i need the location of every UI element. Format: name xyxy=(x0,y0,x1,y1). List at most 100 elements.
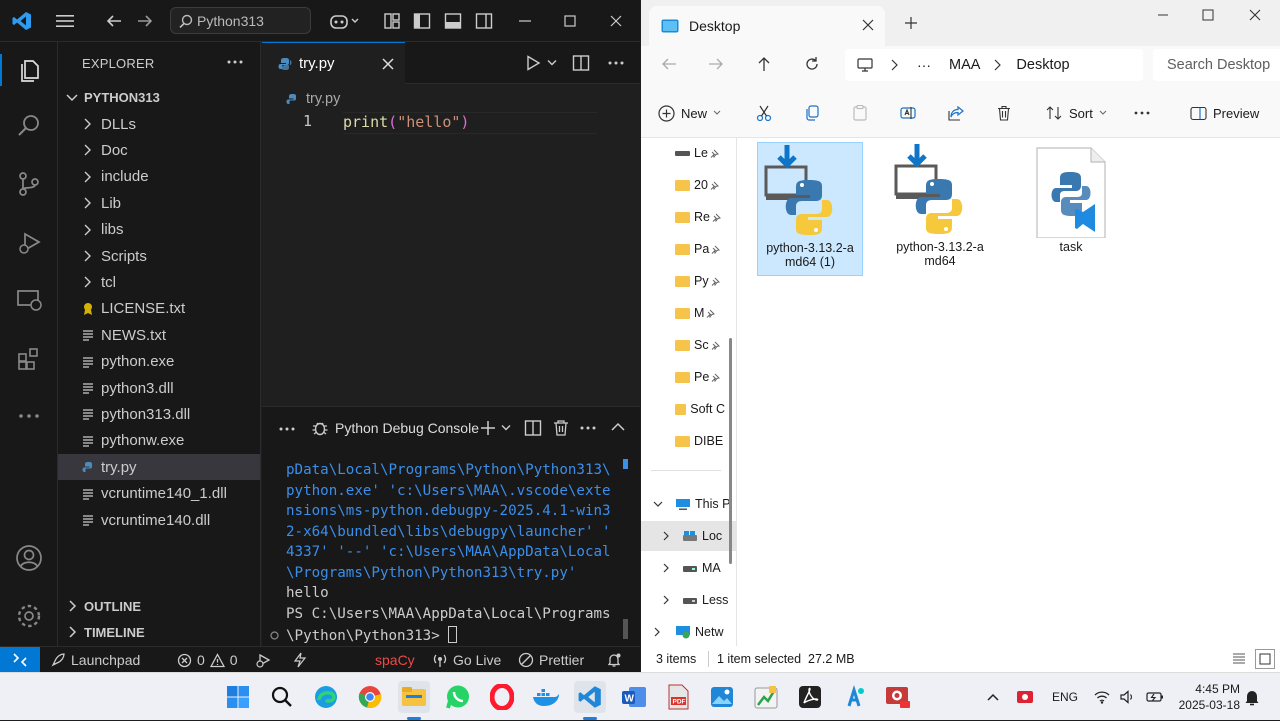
more-views-icon[interactable] xyxy=(13,400,45,432)
tree-folder[interactable]: include xyxy=(58,164,260,190)
copilot-icon[interactable] xyxy=(326,9,362,33)
split-editor-icon[interactable] xyxy=(572,54,590,72)
quick-access-item[interactable]: Py xyxy=(675,266,725,296)
tree-folder[interactable]: tcl xyxy=(58,269,260,295)
quick-access-item[interactable]: DIBE xyxy=(675,426,725,456)
tab-close-icon[interactable] xyxy=(862,19,874,31)
details-view-icon[interactable] xyxy=(1232,652,1246,666)
tree-file[interactable]: python3.dll xyxy=(58,375,260,401)
copy-icon[interactable] xyxy=(804,105,820,121)
source-control-icon[interactable] xyxy=(13,168,45,200)
excel-chart-app-icon[interactable] xyxy=(750,681,782,713)
preview-button[interactable]: Preview xyxy=(1190,88,1259,138)
breadcrumb-desktop[interactable]: Desktop xyxy=(1016,57,1069,73)
nav-network[interactable]: Netw xyxy=(653,617,737,647)
customize-layout-icon[interactable] xyxy=(380,9,404,33)
menu-icon[interactable] xyxy=(53,9,77,33)
notifications-bell-icon[interactable] xyxy=(606,647,622,673)
terminal-dropdown-icon[interactable] xyxy=(501,424,511,432)
editor-more-icon[interactable] xyxy=(607,54,625,72)
delete-icon[interactable] xyxy=(996,105,1012,121)
tab-close-icon[interactable] xyxy=(381,57,395,71)
tree-file[interactable]: try.py xyxy=(58,454,260,481)
nav-this-pc[interactable]: This P xyxy=(653,489,737,519)
command-center-search[interactable]: Python313 xyxy=(170,7,311,34)
see-more-icon[interactable] xyxy=(1133,105,1151,121)
spacy-indicator[interactable]: spaCy xyxy=(375,647,415,673)
minimize-icon[interactable] xyxy=(513,9,537,33)
taskbar-search-icon[interactable] xyxy=(266,681,298,713)
refresh-icon[interactable] xyxy=(804,56,820,72)
tree-folder[interactable]: Scripts xyxy=(58,243,260,269)
quick-access-item[interactable]: 20 xyxy=(675,170,725,200)
remote-explorer-icon[interactable] xyxy=(13,284,45,316)
share-icon[interactable] xyxy=(948,105,964,121)
close-icon[interactable] xyxy=(604,9,628,33)
translator-icon[interactable] xyxy=(838,681,870,713)
tree-file[interactable]: vcruntime140.dll xyxy=(58,507,260,533)
terminal-scrollbar[interactable] xyxy=(623,619,628,639)
acrobat-icon[interactable] xyxy=(794,681,826,713)
debug-config-icon[interactable] xyxy=(255,647,273,673)
problems-indicator[interactable]: 0 0 xyxy=(177,647,238,673)
vscode-taskbar-icon[interactable] xyxy=(574,681,606,713)
go-live-button[interactable]: Go Live xyxy=(432,647,501,673)
toggle-secondary-sidebar-icon[interactable] xyxy=(472,9,496,33)
code-line[interactable]: print("hello") xyxy=(343,112,597,134)
run-options-chevron-icon[interactable] xyxy=(547,59,557,67)
forward-arrow-icon[interactable] xyxy=(708,56,724,72)
tree-folder[interactable]: Lib xyxy=(58,190,260,216)
trash-icon[interactable] xyxy=(552,419,570,437)
tree-file[interactable]: pythonw.exe xyxy=(58,428,260,454)
nav-local-disk[interactable]: Loc xyxy=(641,521,737,551)
quick-access-item[interactable]: M xyxy=(675,298,725,328)
show-hidden-icons-chevron[interactable] xyxy=(985,673,1001,721)
scrollbar-marker[interactable] xyxy=(623,459,628,469)
tree-folder[interactable]: libs xyxy=(58,217,260,243)
file-python-installer-1[interactable]: python-3.13.2-a md64 (1) xyxy=(757,142,863,276)
nav-maa-drive[interactable]: MA xyxy=(662,553,737,583)
tree-file[interactable]: LICENSE.txt xyxy=(58,296,260,322)
root-folder-header[interactable]: PYTHON313 xyxy=(58,84,260,110)
panel-more-icon-2[interactable] xyxy=(579,419,597,437)
word-icon[interactable]: W xyxy=(618,681,650,713)
start-windows-icon[interactable] xyxy=(222,681,254,713)
explorer-icon[interactable] xyxy=(0,54,58,86)
lightning-icon[interactable] xyxy=(292,647,308,673)
up-arrow-icon[interactable] xyxy=(756,56,772,72)
maximize-panel-chevron-icon[interactable] xyxy=(610,420,626,434)
tree-file[interactable]: python.exe xyxy=(58,349,260,375)
maximize-icon[interactable] xyxy=(1202,9,1214,21)
toggle-sidebar-icon[interactable] xyxy=(410,9,434,33)
more-actions-icon[interactable] xyxy=(226,53,244,71)
quick-access-item[interactable]: Sc xyxy=(675,330,725,360)
breadcrumb-overflow[interactable]: ··· xyxy=(917,57,931,73)
back-arrow-icon[interactable] xyxy=(102,9,126,33)
quick-settings[interactable] xyxy=(1094,673,1164,721)
run-debug-icon[interactable] xyxy=(13,226,45,258)
timeline-section[interactable]: TIMELINE xyxy=(58,619,260,645)
paste-icon[interactable] xyxy=(852,105,868,121)
sort-button[interactable]: Sort xyxy=(1046,88,1107,138)
rename-icon[interactable] xyxy=(900,105,916,121)
screen-recorder-icon[interactable] xyxy=(882,681,914,713)
tree-file[interactable]: python313.dll xyxy=(58,401,260,427)
tab-desktop[interactable]: Desktop xyxy=(649,6,885,46)
notification-bell-icon[interactable] xyxy=(1244,673,1260,721)
debug-console-selector[interactable]: Python Debug Console xyxy=(311,417,479,439)
split-terminal-icon[interactable] xyxy=(524,419,542,437)
chrome-browser-icon[interactable] xyxy=(354,681,386,713)
file-python-installer[interactable]: python-3.13.2-a md64 xyxy=(887,142,993,276)
large-icons-view-icon[interactable] xyxy=(1255,649,1275,669)
input-language[interactable]: ENG xyxy=(1052,673,1078,721)
opera-browser-icon[interactable] xyxy=(486,681,518,713)
photos-icon[interactable] xyxy=(706,681,738,713)
recording-tray-icon[interactable] xyxy=(1016,673,1034,721)
account-icon[interactable] xyxy=(13,542,45,574)
new-button[interactable]: New xyxy=(658,88,721,138)
address-bar[interactable]: ··· MAA Desktop xyxy=(845,49,1143,81)
cut-icon[interactable] xyxy=(756,105,772,121)
forward-arrow-icon[interactable] xyxy=(133,9,157,33)
minimize-icon[interactable] xyxy=(1157,9,1169,21)
panel-more-icon[interactable] xyxy=(278,420,296,438)
